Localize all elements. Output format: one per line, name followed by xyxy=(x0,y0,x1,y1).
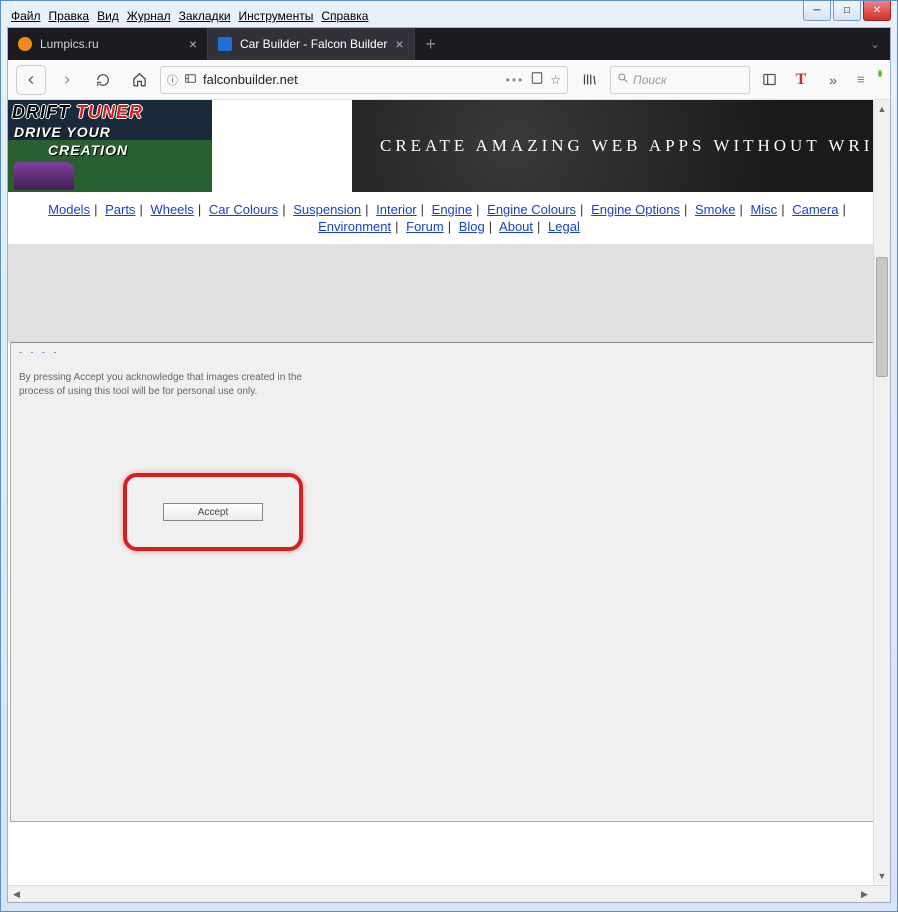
horizontal-scrollbar[interactable]: ◀ ▶ xyxy=(8,885,890,902)
menu-help[interactable]: Справка xyxy=(321,9,368,23)
library-button[interactable] xyxy=(574,65,604,95)
tab-label: Car Builder - Falcon Builder xyxy=(240,37,387,51)
scroll-down-icon[interactable]: ▼ xyxy=(874,867,890,884)
disclaimer-text: By pressing Accept you acknowledge that … xyxy=(19,371,319,399)
menu-bookmarks[interactable]: Закладки xyxy=(179,9,231,23)
banner-text: CREATE AMAZING WEB APPS WITHOUT WRITING xyxy=(380,136,890,156)
nav-suspension[interactable]: Suspension xyxy=(293,202,361,217)
nav-forum[interactable]: Forum xyxy=(406,219,444,234)
tracking-icon[interactable] xyxy=(184,72,197,88)
tabs-overflow-icon[interactable]: ⌄ xyxy=(860,28,890,60)
home-button[interactable] xyxy=(124,65,154,95)
nav-engine[interactable]: Engine xyxy=(432,202,472,217)
toolbar: ⓘ falconbuilder.net ••• ☆ Поиск xyxy=(8,60,890,100)
nav-legal[interactable]: Legal xyxy=(548,219,580,234)
nav-about[interactable]: About xyxy=(499,219,533,234)
close-tab-icon[interactable]: × xyxy=(189,36,197,52)
nav-misc[interactable]: Misc xyxy=(750,202,777,217)
nav-parts[interactable]: Parts xyxy=(105,202,135,217)
menu-view[interactable]: Вид xyxy=(97,9,119,23)
nav-car-colours[interactable]: Car Colours xyxy=(209,202,278,217)
page-content: DRIFT TUNER DRIVE YOUR CREATION CREATE A… xyxy=(8,100,890,902)
scroll-right-icon[interactable]: ▶ xyxy=(856,886,873,902)
maximize-button[interactable]: □ xyxy=(833,1,861,21)
tab-strip: Lumpics.ru × Car Builder - Falcon Builde… xyxy=(8,28,890,60)
nav-smoke[interactable]: Smoke xyxy=(695,202,735,217)
builder-panel: - - - - By pressing Accept you acknowled… xyxy=(10,342,888,822)
scroll-thumb[interactable] xyxy=(876,257,888,377)
ad-banner[interactable]: CREATE AMAZING WEB APPS WITHOUT WRITING xyxy=(352,100,890,192)
notification-badge-icon xyxy=(878,70,882,77)
menu-history[interactable]: Журнал xyxy=(127,9,171,23)
reader-icon[interactable] xyxy=(530,71,544,88)
accept-button[interactable]: Accept xyxy=(163,503,263,521)
tab-falconbuilder[interactable]: Car Builder - Falcon Builder × xyxy=(208,28,415,60)
nav-camera[interactable]: Camera xyxy=(792,202,838,217)
car-graphic-icon xyxy=(14,162,74,190)
reload-button[interactable] xyxy=(88,65,118,95)
tab-favicon-icon xyxy=(18,37,32,51)
minimize-button[interactable]: ─ xyxy=(803,1,831,21)
nav-models[interactable]: Models xyxy=(48,202,90,217)
close-window-button[interactable]: ✕ xyxy=(863,1,891,21)
tab-favicon-icon xyxy=(218,37,232,51)
forward-button[interactable] xyxy=(52,65,82,95)
panel-header-dashes: - - - - xyxy=(19,347,60,357)
bookmark-star-icon[interactable]: ☆ xyxy=(550,73,561,87)
menu-file[interactable]: Файл xyxy=(11,9,41,23)
tab-lumpics[interactable]: Lumpics.ru × xyxy=(8,28,208,60)
extension-t-button[interactable]: T xyxy=(788,71,814,89)
scroll-up-icon[interactable]: ▲ xyxy=(874,100,890,117)
nav-interior[interactable]: Interior xyxy=(376,202,416,217)
url-text: falconbuilder.net xyxy=(203,72,500,87)
scroll-left-icon[interactable]: ◀ xyxy=(8,886,25,902)
menu-tools[interactable]: Инструменты xyxy=(239,9,314,23)
new-tab-button[interactable]: + xyxy=(415,28,447,60)
vertical-scrollbar[interactable]: ▲ ▼ xyxy=(873,100,890,884)
app-menu-button[interactable] xyxy=(856,72,882,87)
nav-wheels[interactable]: Wheels xyxy=(150,202,193,217)
tab-label: Lumpics.ru xyxy=(40,37,99,51)
drift-tuner-promo[interactable]: DRIFT TUNER DRIVE YOUR CREATION xyxy=(8,100,212,192)
address-bar[interactable]: ⓘ falconbuilder.net ••• ☆ xyxy=(160,66,568,94)
nav-blog[interactable]: Blog xyxy=(459,219,485,234)
search-input[interactable]: Поиск xyxy=(610,66,750,94)
accept-highlight: Accept xyxy=(123,473,303,551)
site-nav: Models| Parts| Wheels| Car Colours| Susp… xyxy=(8,192,890,244)
page-actions-icon[interactable]: ••• xyxy=(506,73,525,87)
search-icon xyxy=(617,72,629,87)
menu-edit[interactable]: Правка xyxy=(49,9,90,23)
nav-engine-colours[interactable]: Engine Colours xyxy=(487,202,576,217)
menu-bar: Файл Правка Вид Журнал Закладки Инструме… xyxy=(7,7,891,27)
close-tab-icon[interactable]: × xyxy=(395,36,403,52)
overflow-button[interactable]: » xyxy=(820,72,846,88)
ad-placeholder xyxy=(8,244,890,342)
sidebar-button[interactable] xyxy=(756,72,782,87)
site-info-icon[interactable]: ⓘ xyxy=(167,72,178,88)
nav-environment[interactable]: Environment xyxy=(318,219,391,234)
search-placeholder: Поиск xyxy=(633,73,667,87)
back-button[interactable] xyxy=(16,65,46,95)
nav-engine-options[interactable]: Engine Options xyxy=(591,202,680,217)
